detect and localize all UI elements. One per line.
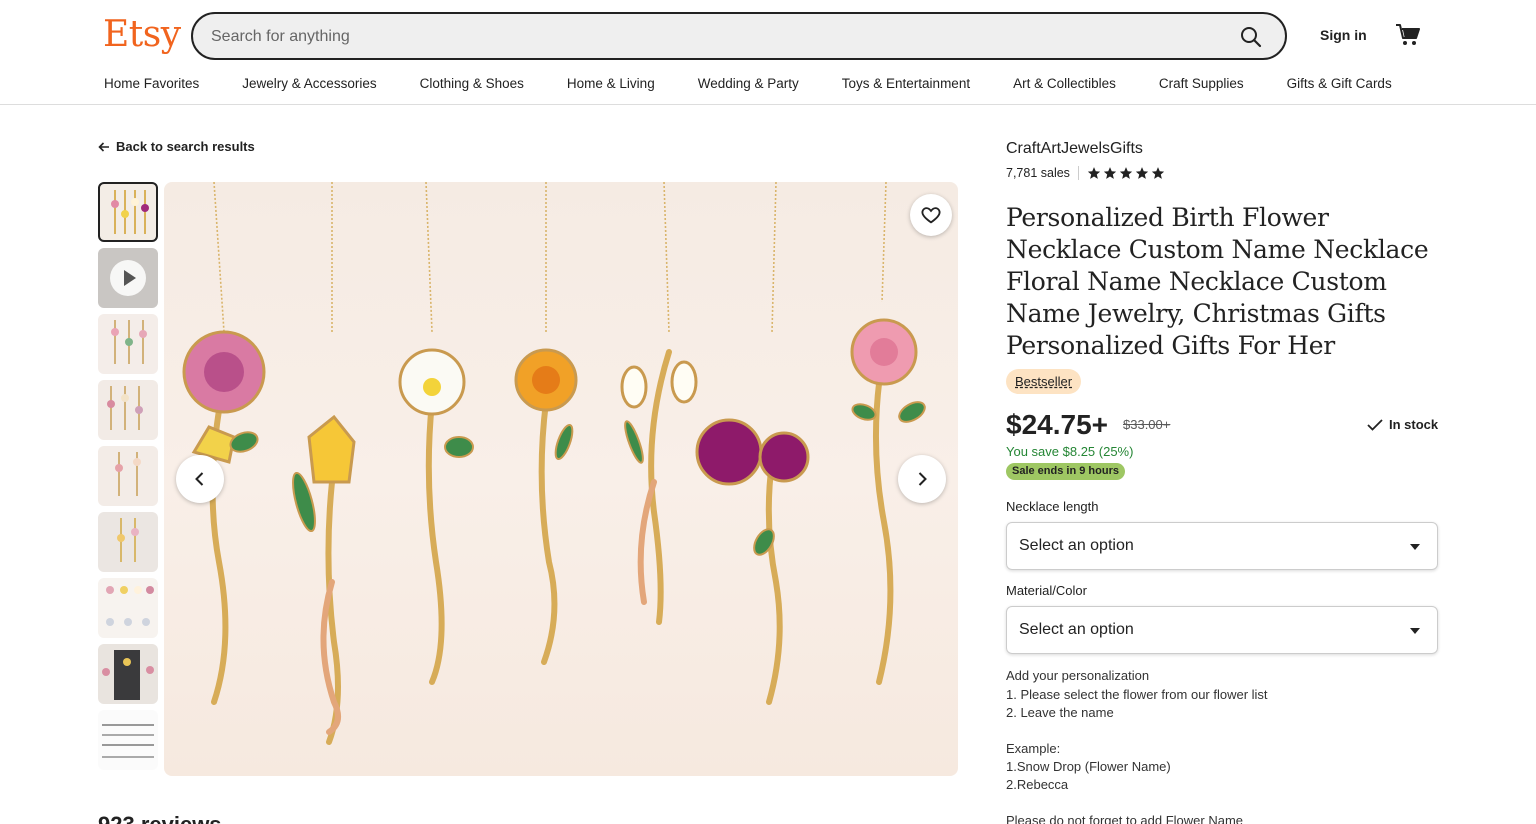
savings-text: You save $8.25 (25%) <box>1006 444 1134 459</box>
star-icon <box>1087 167 1101 179</box>
sale-ends-badge: Sale ends in 9 hours <box>1006 463 1125 480</box>
category-home-favorites[interactable]: Home Favorites <box>104 76 199 91</box>
thumbnail-7[interactable] <box>98 578 158 638</box>
necklace-length-label: Necklace length <box>1006 499 1099 514</box>
back-to-search-link[interactable]: Back to search results <box>98 139 255 154</box>
favorite-button[interactable] <box>910 194 952 236</box>
back-link-label: Back to search results <box>116 139 255 154</box>
search-input[interactable] <box>211 24 1211 50</box>
cart-icon[interactable] <box>1395 22 1421 48</box>
previous-image-button[interactable] <box>176 455 224 503</box>
thumbnail-9[interactable] <box>98 710 158 770</box>
arrow-left-icon <box>98 141 109 152</box>
necklace-length-value: Select an option <box>1019 537 1134 554</box>
etsy-logo[interactable]: Etsy <box>103 14 181 55</box>
shop-sales-rating: 7,781 sales <box>1006 166 1165 180</box>
category-craft-supplies[interactable]: Craft Supplies <box>1159 76 1244 91</box>
material-color-label: Material/Color <box>1006 583 1087 598</box>
material-color-value: Select an option <box>1019 621 1134 638</box>
sales-count: 7,781 sales <box>1006 166 1070 180</box>
category-clothing-shoes[interactable]: Clothing & Shoes <box>420 76 524 91</box>
personalization-line: 1.Snow Drop (Flower Name) <box>1006 759 1171 774</box>
personalization-line: Please do not forget to add Flower Name <box>1006 813 1244 824</box>
personalization-line: 2. Leave the name <box>1006 705 1114 720</box>
category-home-living[interactable]: Home & Living <box>567 76 655 91</box>
personalization-line: 1. Please select the flower from our flo… <box>1006 687 1268 702</box>
search-bar[interactable] <box>191 12 1287 60</box>
category-jewelry-accessories[interactable]: Jewelry & Accessories <box>242 76 376 91</box>
caret-down-icon <box>1410 628 1420 634</box>
checkmark-icon <box>1367 418 1383 431</box>
listing-title: Personalized Birth Flower Necklace Custo… <box>1006 203 1429 360</box>
thumbnail-strip <box>98 182 158 776</box>
personalization-heading: Add your personalization <box>1006 668 1150 683</box>
search-icon[interactable] <box>1239 25 1263 49</box>
thumbnail-3[interactable] <box>98 314 158 374</box>
stock-status: In stock <box>1367 417 1438 432</box>
category-nav: Home Favorites Jewelry & Accessories Cloth… <box>104 76 1392 91</box>
next-image-button[interactable] <box>898 455 946 503</box>
necklace-illustration <box>182 182 926 745</box>
chevron-right-icon <box>918 472 927 486</box>
divider <box>1077 166 1079 180</box>
current-price: $24.75+ <box>1006 409 1108 440</box>
personalization-line <box>1006 722 1268 740</box>
caret-down-icon <box>1410 544 1420 550</box>
chevron-left-icon <box>195 472 204 486</box>
thumbnail-8[interactable] <box>98 644 158 704</box>
thumbnail-4[interactable] <box>98 380 158 440</box>
thumbnail-6[interactable] <box>98 512 158 572</box>
personalization-line <box>1006 794 1268 812</box>
star-icon <box>1135 167 1149 179</box>
personalization-line: Example: <box>1006 741 1061 756</box>
personalization-section: Add your personalization 1. Please selec… <box>1006 667 1268 824</box>
thumbnail-1[interactable] <box>98 182 158 242</box>
category-gifts-gift-cards[interactable]: Gifts & Gift Cards <box>1287 76 1392 91</box>
star-icon <box>1119 167 1133 179</box>
category-toys-entertainment[interactable]: Toys & Entertainment <box>842 76 970 91</box>
original-price: $33.00+ <box>1123 417 1171 432</box>
personalization-line: 2.Rebecca <box>1006 777 1069 792</box>
stock-label: In stock <box>1389 417 1439 432</box>
main-product-image[interactable] <box>164 182 958 776</box>
rating-stars[interactable] <box>1087 166 1165 180</box>
category-art-collectibles[interactable]: Art & Collectibles <box>1013 76 1116 91</box>
heart-icon <box>921 207 941 224</box>
category-wedding-party[interactable]: Wedding & Party <box>698 76 799 91</box>
star-icon <box>1151 167 1165 179</box>
thumbnail-5[interactable] <box>98 446 158 506</box>
material-color-select[interactable]: Select an option <box>1006 606 1438 654</box>
shop-name-link[interactable]: CraftArtJewelsGifts <box>1006 140 1143 158</box>
bestseller-badge[interactable]: Bestseller <box>1006 369 1082 394</box>
star-icon <box>1103 167 1117 179</box>
thumbnail-video[interactable] <box>98 248 158 308</box>
site-header: Etsy Sign in Home Favorites Jewelry & Acc… <box>0 0 1536 105</box>
necklace-length-select[interactable]: Select an option <box>1006 522 1438 570</box>
reviews-heading: 923 reviews <box>98 812 222 824</box>
play-icon <box>110 260 146 296</box>
sign-in-link[interactable]: Sign in <box>1320 27 1367 43</box>
